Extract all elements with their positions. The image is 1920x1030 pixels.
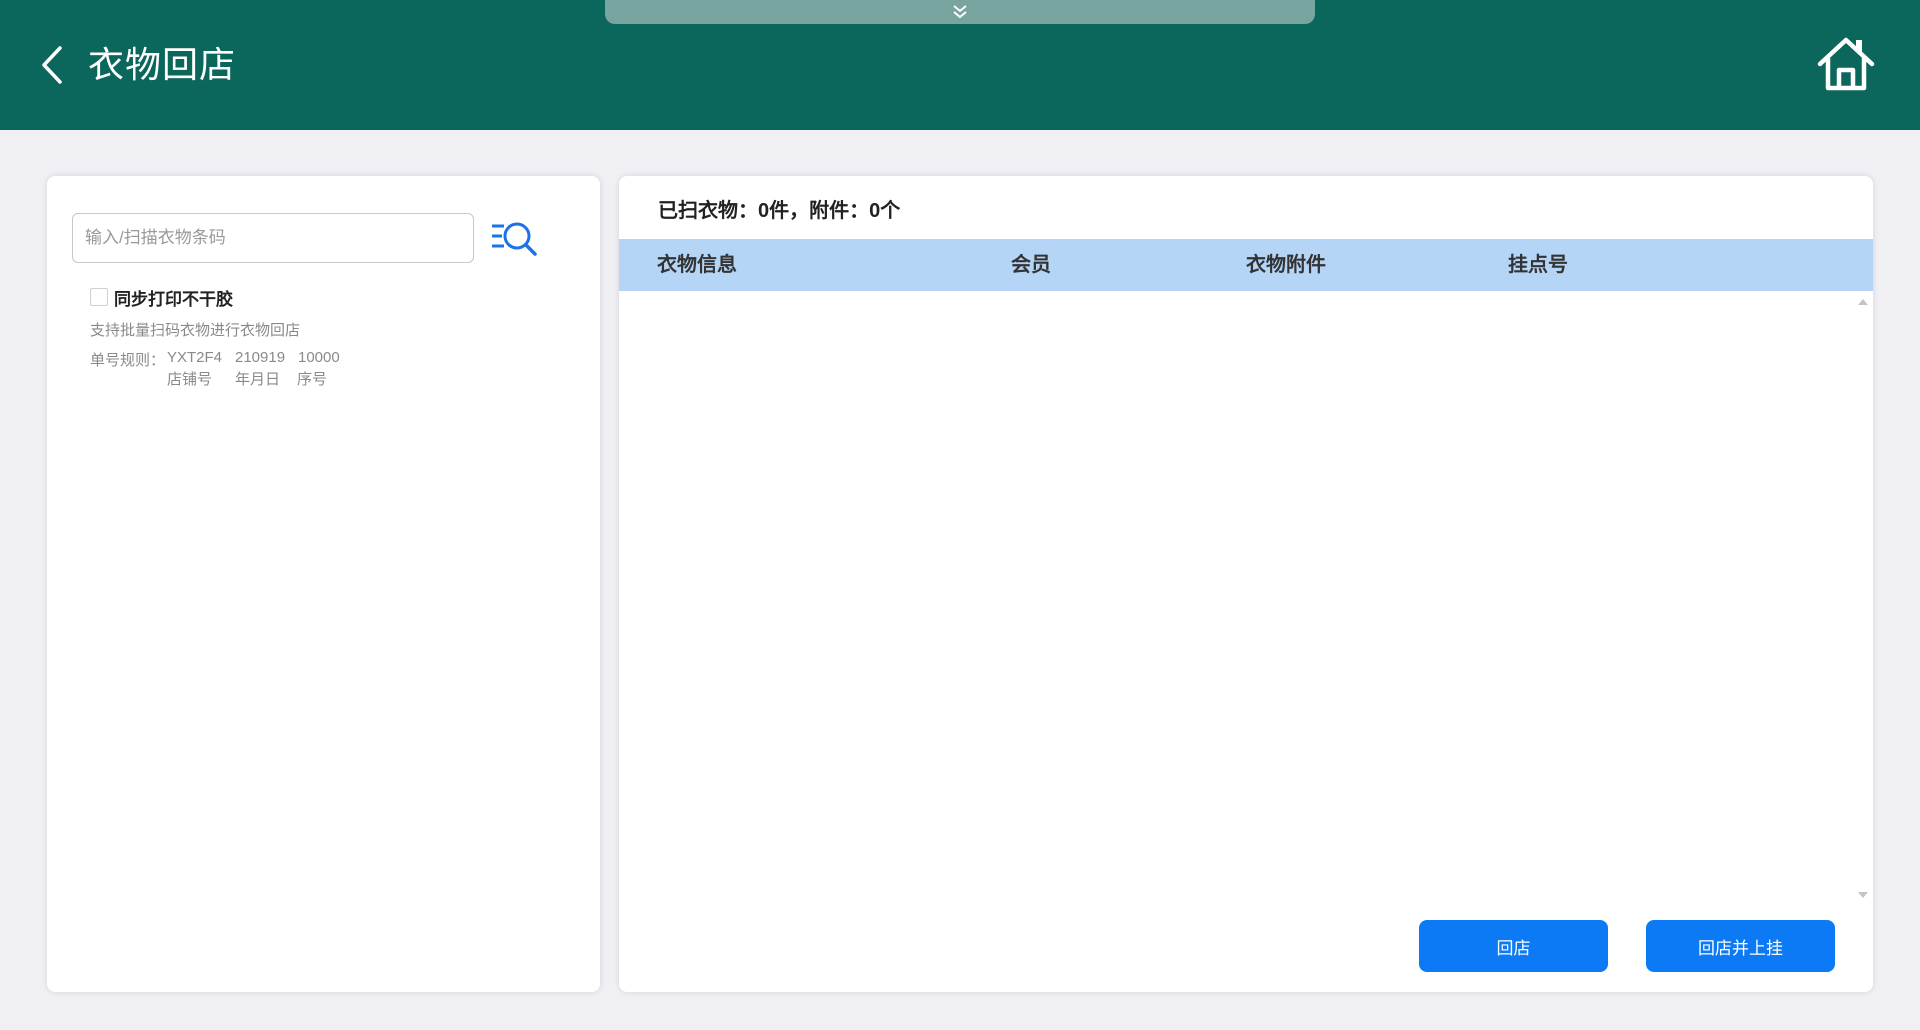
return-and-hang-button[interactable]: 回店并上挂 [1646,920,1835,972]
scanned-items-panel: 已扫衣物：0件，附件：0个 衣物信息 会员 衣物附件 挂点号 回店 回店并上挂 [619,176,1873,992]
return-button[interactable]: 回店 [1419,920,1608,972]
page-title: 衣物回店 [88,44,237,85]
back-button[interactable] [34,44,70,86]
scroll-down-icon[interactable] [1858,892,1868,898]
rule-code-seq: 10000 [298,349,340,366]
chevron-left-icon [42,46,62,84]
double-chevron-down-icon [953,5,967,19]
barcode-input[interactable] [72,213,474,263]
app-header: 衣物回店 [0,0,1920,130]
sync-print-label: 同步打印不干胶 [114,289,233,309]
rule-code-store: YXT2F4 [167,349,223,366]
col-accessories: 衣物附件 [1246,254,1326,276]
batch-scan-hint: 支持批量扫码衣物进行衣物回店 [90,322,301,339]
scan-count: 已扫衣物：0件，附件：0个 [658,200,901,222]
rule-desc-store: 店铺号 [167,371,213,388]
col-clothing-info: 衣物信息 [657,254,737,276]
rule-code-date: 210919 [235,349,286,366]
table-scrollbar[interactable] [1853,291,1873,906]
rule-desc-seq: 序号 [297,371,328,388]
table-header: 衣物信息 会员 衣物附件 挂点号 [619,239,1873,291]
sync-print-option[interactable]: 同步打印不干胶 [90,286,233,309]
rule-label: 单号规则： [90,352,166,369]
sync-print-checkbox[interactable] [90,288,108,306]
list-search-icon [492,222,537,256]
scroll-up-icon[interactable] [1858,299,1868,305]
collapse-tab[interactable] [605,0,1315,24]
scan-panel: 同步打印不干胶 支持批量扫码衣物进行衣物回店 单号规则： YXT2F4 2109… [47,176,600,992]
rule-desc-date: 年月日 [235,371,281,388]
col-member: 会员 [1011,254,1051,276]
home-button[interactable] [1816,34,1876,94]
search-button[interactable] [490,216,540,260]
col-hang-number: 挂点号 [1508,254,1568,276]
home-icon [1817,37,1875,91]
